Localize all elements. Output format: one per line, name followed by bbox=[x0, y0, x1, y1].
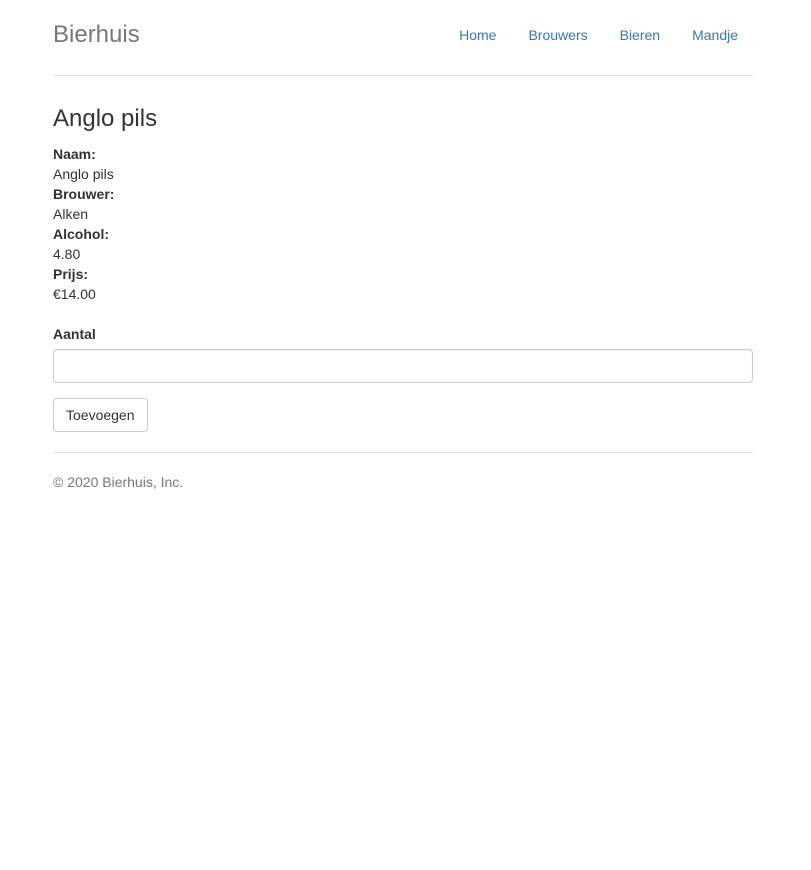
quantity-label: Aantal bbox=[53, 326, 96, 342]
detail-value-naam: Anglo pils bbox=[53, 166, 114, 182]
nav-link-home[interactable]: Home bbox=[442, 25, 511, 45]
nav-link-mandje[interactable]: Mandje bbox=[675, 25, 753, 45]
nav-item-home: Home bbox=[442, 25, 511, 45]
page-container: Bierhuis Home Brouwers Bieren Mandje Ang… bbox=[53, 0, 753, 492]
quantity-input[interactable] bbox=[53, 349, 753, 383]
nav-item-mandje: Mandje bbox=[675, 25, 753, 45]
add-to-cart-form: Aantal Toevoegen bbox=[53, 324, 753, 432]
main-nav: Home Brouwers Bieren Mandje bbox=[442, 25, 753, 45]
detail-value-prijs: €14.00 bbox=[53, 286, 96, 302]
add-button[interactable]: Toevoegen bbox=[53, 398, 148, 432]
footer: © 2020 Bierhuis, Inc. bbox=[53, 452, 753, 492]
brand-title: Bierhuis bbox=[53, 21, 140, 48]
nav-link-brouwers[interactable]: Brouwers bbox=[511, 25, 602, 45]
detail-value-brouwer: Alken bbox=[53, 206, 89, 222]
detail-label-naam: Naam: bbox=[53, 146, 96, 162]
detail-label-prijs: Prijs: bbox=[53, 266, 89, 282]
detail-label-alcohol: Alcohol: bbox=[53, 226, 109, 242]
nav-link-bieren[interactable]: Bieren bbox=[603, 25, 675, 45]
detail-value-alcohol: 4.80 bbox=[53, 246, 81, 262]
nav-item-brouwers: Brouwers bbox=[511, 25, 602, 45]
header: Bierhuis Home Brouwers Bieren Mandje bbox=[53, 0, 753, 76]
page-title: Anglo pils bbox=[53, 105, 158, 132]
nav-item-bieren: Bieren bbox=[603, 25, 675, 45]
copyright-text: © 2020 Bierhuis, Inc. bbox=[53, 474, 184, 490]
detail-label-brouwer: Brouwer: bbox=[53, 186, 115, 202]
beer-details: Naam: Anglo pils Brouwer: Alken Alcohol:… bbox=[53, 144, 753, 304]
